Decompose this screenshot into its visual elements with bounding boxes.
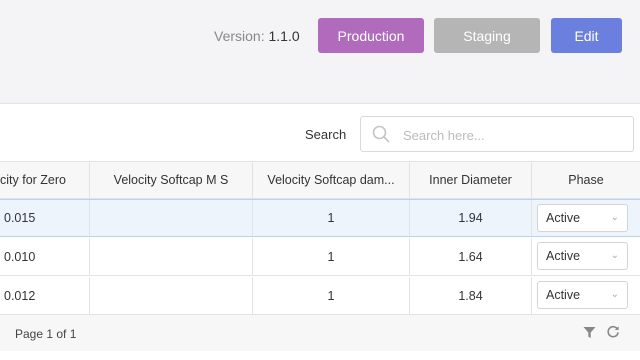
phase-cell: Active ⌄ [532, 238, 640, 275]
staging-button[interactable]: Staging [434, 18, 540, 53]
table-cell [90, 277, 253, 314]
top-bar: Version: 1.1.0 Production Staging Edit [0, 0, 640, 103]
phase-cell: Active ⌄ [532, 277, 640, 314]
table-row[interactable]: 0.010 1 1.64 Active ⌄ [0, 238, 640, 276]
table-cell: 0.010 [0, 238, 90, 275]
table-cell: 0.012 [0, 277, 90, 314]
table-panel: Search Search here... city for Zero Velo… [0, 103, 640, 360]
table-cell: 1 [253, 238, 410, 275]
column-header[interactable]: Phase [532, 162, 640, 198]
search-placeholder: Search here... [403, 128, 485, 143]
version-label: Version: [214, 28, 265, 44]
phase-value: Active [546, 249, 581, 263]
search-input[interactable]: Search here... [360, 116, 634, 152]
table-cell [90, 238, 253, 275]
search-label: Search [305, 127, 347, 142]
column-header[interactable]: Velocity Softcap M S [90, 162, 253, 198]
table-footer: Page 1 of 1 [0, 314, 640, 351]
version-info: Version: 1.1.0 [214, 28, 300, 44]
table-row[interactable]: 0.015 1 1.94 Active ⌄ [0, 199, 640, 237]
phase-value: Active [546, 288, 581, 302]
edit-button[interactable]: Edit [551, 18, 622, 53]
table-header: city for Zero Velocity Softcap M S Veloc… [0, 161, 640, 199]
version-value: 1.1.0 [268, 28, 300, 44]
phase-select[interactable]: Active ⌄ [537, 204, 628, 232]
phase-select[interactable]: Active ⌄ [537, 281, 628, 309]
table-cell: 0.015 [0, 200, 90, 236]
table-cell: 1.84 [410, 277, 532, 314]
phase-select[interactable]: Active ⌄ [537, 242, 628, 270]
phase-cell: Active ⌄ [532, 200, 640, 236]
refresh-icon[interactable] [606, 325, 620, 339]
phase-value: Active [546, 211, 581, 225]
filter-icon[interactable] [583, 326, 596, 339]
table-cell [90, 200, 253, 236]
column-header[interactable]: Velocity Softcap dam... [253, 162, 410, 198]
page-info: Page 1 of 1 [15, 327, 77, 341]
chevron-down-icon: ⌄ [610, 289, 619, 300]
table-cell: 1.64 [410, 238, 532, 275]
search-icon [372, 125, 390, 143]
table-row[interactable]: 0.012 1 1.84 Active ⌄ [0, 277, 640, 315]
chevron-down-icon: ⌄ [610, 250, 619, 261]
table-cell: 1.94 [410, 200, 532, 236]
table-cell: 1 [253, 200, 410, 236]
chevron-down-icon: ⌄ [610, 212, 619, 223]
column-header[interactable]: Inner Diameter [410, 162, 532, 198]
table-cell: 1 [253, 277, 410, 314]
column-header[interactable]: city for Zero [0, 162, 90, 198]
production-button[interactable]: Production [318, 18, 424, 53]
